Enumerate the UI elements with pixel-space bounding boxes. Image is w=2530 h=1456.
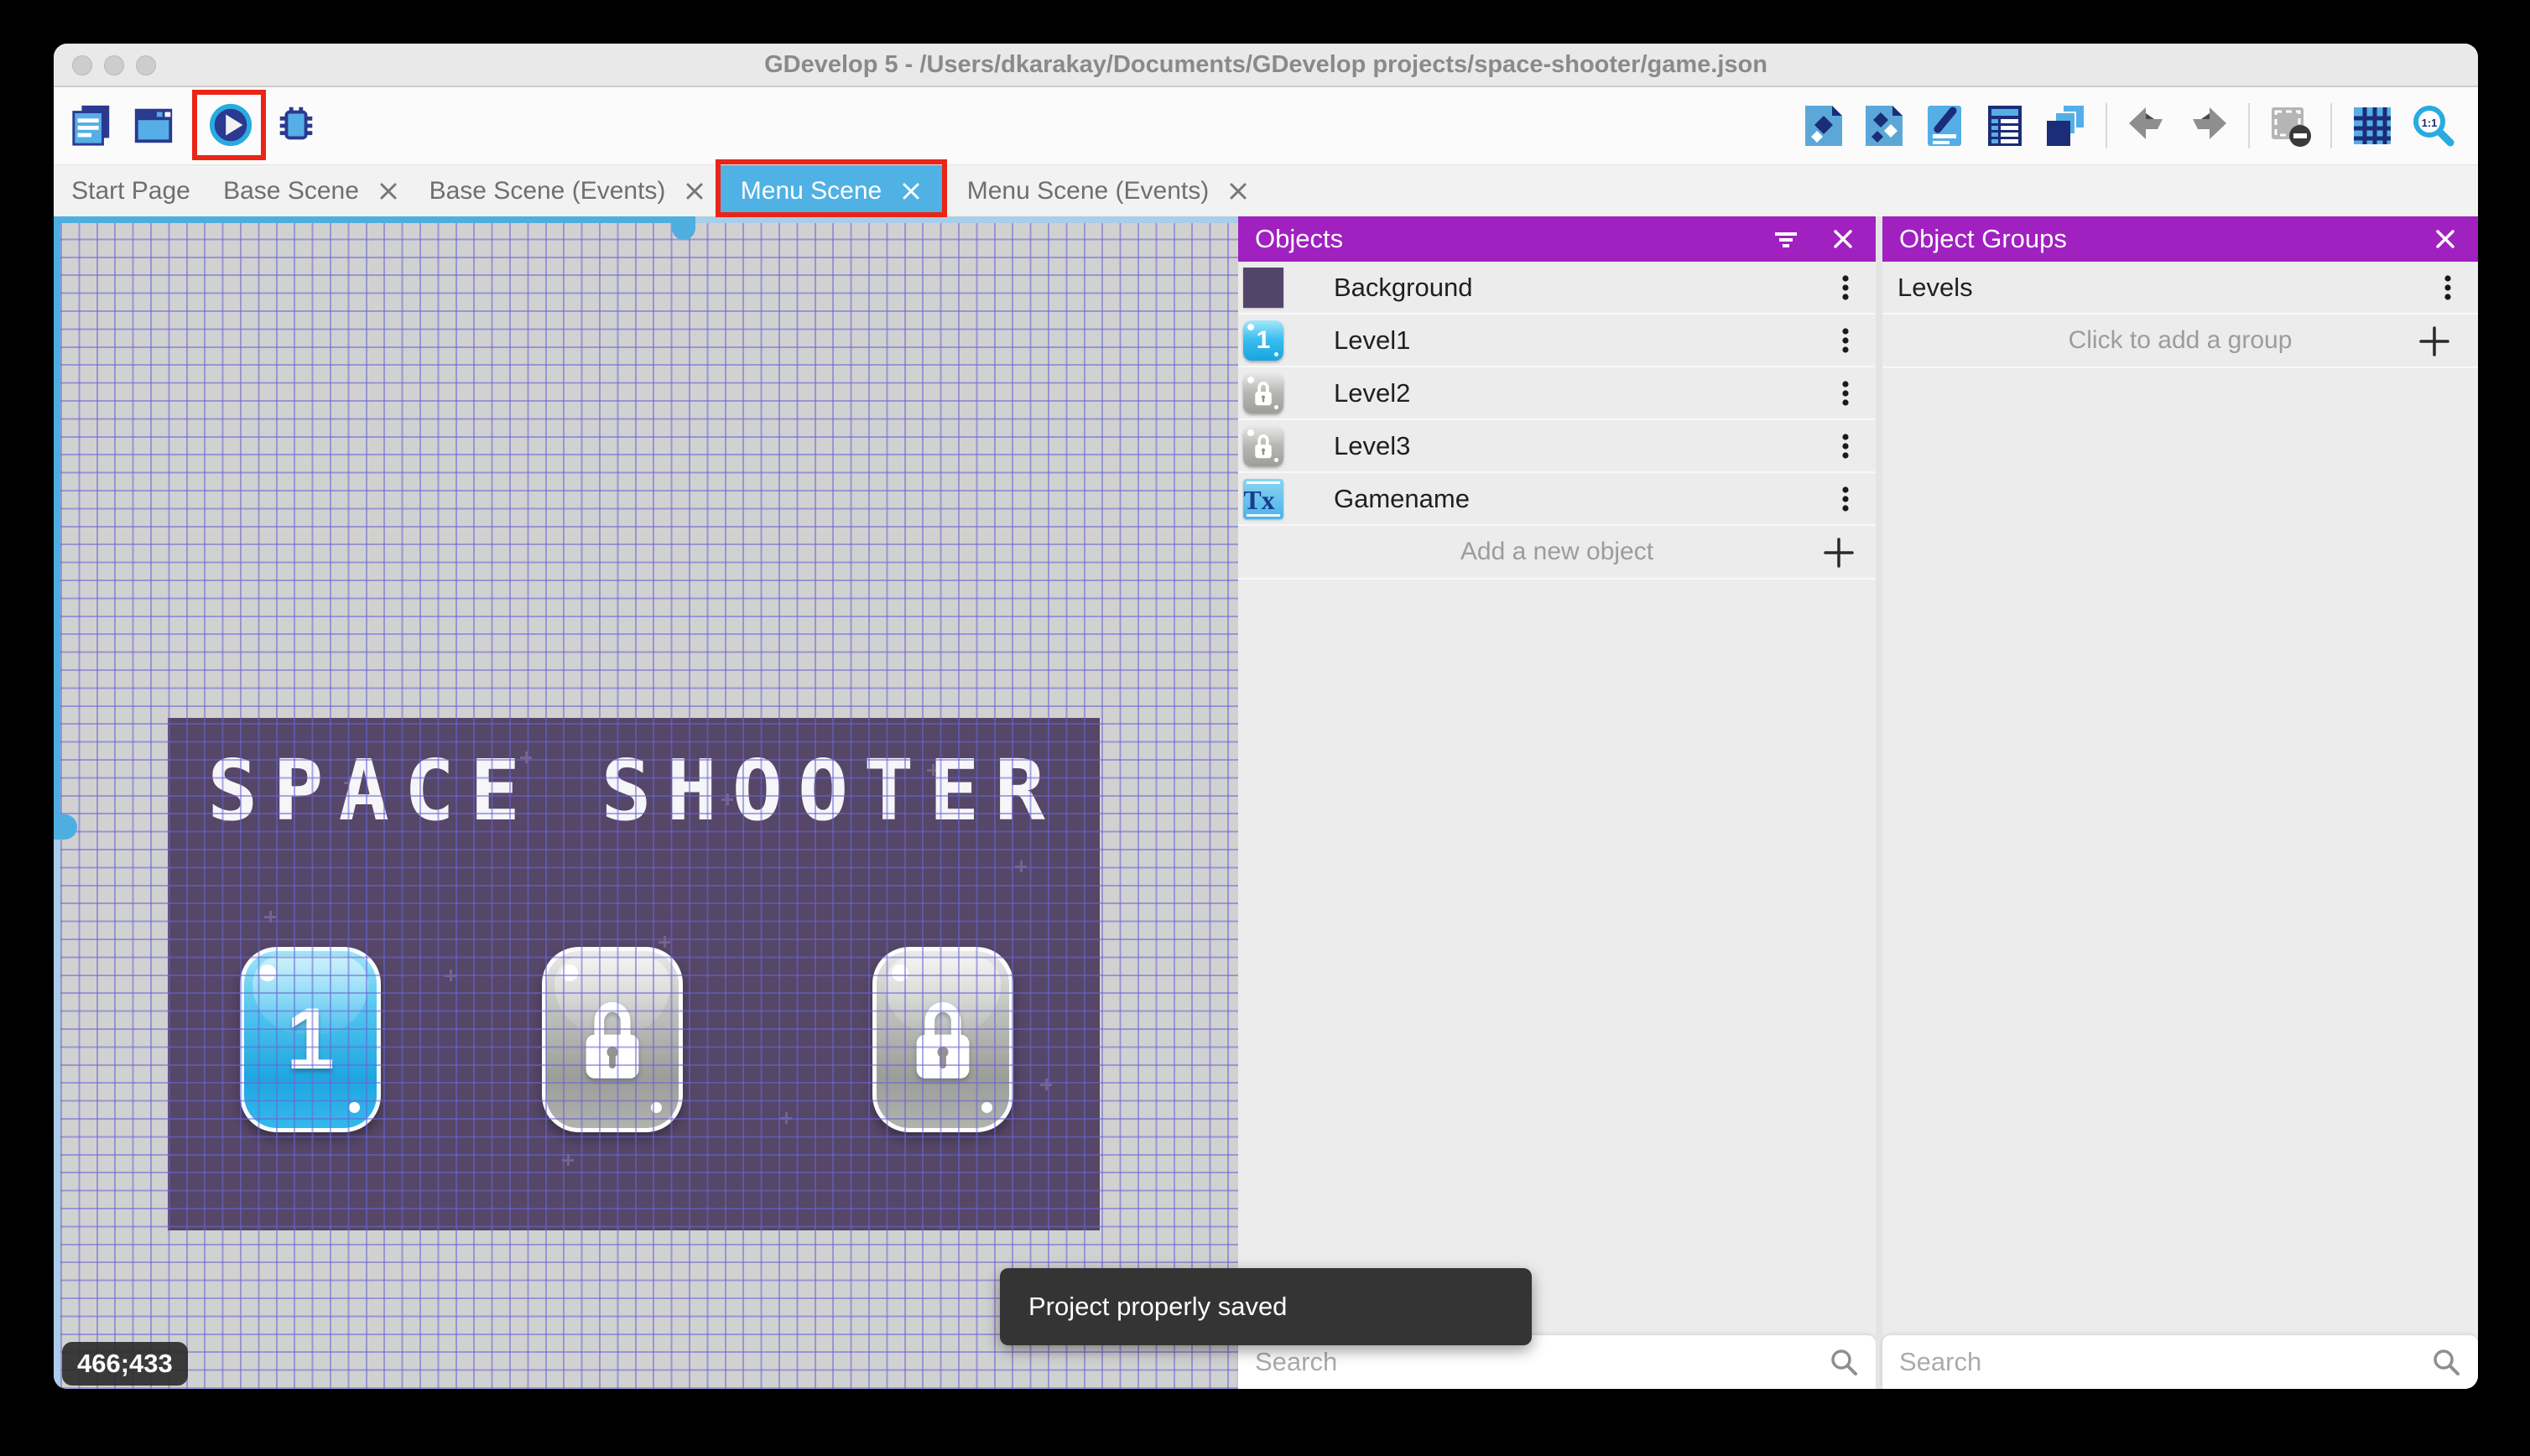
search-icon[interactable] bbox=[1829, 1347, 1859, 1377]
tab-base-scene-events[interactable]: Base Scene (Events) bbox=[414, 165, 721, 217]
groups-search-bar bbox=[1882, 1335, 2478, 1389]
grid-icon[interactable] bbox=[2349, 102, 2396, 149]
add-object-label: Add a new object bbox=[1460, 538, 1653, 566]
annotation-box-menu-scene-tab bbox=[716, 159, 947, 217]
object-name: Gamename bbox=[1334, 484, 1470, 514]
horizontal-scrollbar-marker[interactable] bbox=[672, 216, 695, 240]
tab-label: Base Scene (Events) bbox=[429, 177, 666, 205]
content: SPACE SHOOTER 1 bbox=[54, 216, 2478, 1389]
groups-panel-title: Object Groups bbox=[1899, 224, 2402, 254]
objects-editor-icon[interactable] bbox=[1800, 102, 1847, 149]
kebab-menu-icon[interactable] bbox=[1830, 429, 1861, 463]
window-title: GDevelop 5 - /Users/dkarakay/Documents/G… bbox=[54, 44, 2478, 86]
close-tab-icon[interactable] bbox=[377, 180, 399, 202]
object-name: Level3 bbox=[1334, 431, 1410, 461]
object-name: Background bbox=[1334, 273, 1472, 303]
toolbar-right-group: 1:1 bbox=[1800, 102, 2456, 149]
panel-divider[interactable] bbox=[1876, 216, 1882, 1389]
cursor-coordinates-badge: 466;433 bbox=[62, 1342, 188, 1386]
tab-base-scene[interactable]: Base Scene bbox=[208, 165, 414, 217]
plus-icon[interactable] bbox=[1820, 534, 1857, 571]
minimize-window-button[interactable] bbox=[104, 55, 124, 75]
toolbar-separator bbox=[2330, 103, 2332, 148]
kebab-menu-icon[interactable] bbox=[1830, 324, 1861, 357]
kebab-menu-icon[interactable] bbox=[1830, 271, 1861, 304]
search-icon[interactable] bbox=[2431, 1347, 2461, 1377]
tab-label: Base Scene bbox=[223, 177, 359, 205]
undo-icon[interactable] bbox=[2124, 102, 2171, 149]
object-row-level1[interactable]: 1 Level1 bbox=[1238, 315, 1876, 367]
close-tab-icon[interactable] bbox=[684, 180, 705, 202]
window-mask-icon[interactable] bbox=[2267, 102, 2314, 149]
tab-menu-scene-events[interactable]: Menu Scene (Events) bbox=[942, 165, 1274, 217]
add-object-row[interactable]: Add a new object bbox=[1238, 526, 1876, 580]
instances-editor-icon[interactable] bbox=[1861, 102, 1908, 149]
scene-canvas[interactable]: SPACE SHOOTER 1 bbox=[54, 216, 1238, 1389]
vertical-scrollbar[interactable] bbox=[54, 216, 60, 1389]
object-row-gamename[interactable]: Tx Gamename bbox=[1238, 473, 1876, 526]
object-row-background[interactable]: Background bbox=[1238, 262, 1876, 315]
layers-icon[interactable] bbox=[2042, 102, 2089, 149]
object-row-level3[interactable]: Level3 bbox=[1238, 420, 1876, 473]
vertical-scrollbar-thumb[interactable] bbox=[54, 216, 60, 826]
filter-icon[interactable] bbox=[1772, 225, 1800, 253]
object-name: Level1 bbox=[1334, 325, 1410, 356]
properties-icon[interactable] bbox=[1921, 102, 1968, 149]
groups-search-input[interactable] bbox=[1899, 1347, 2431, 1377]
close-window-button[interactable] bbox=[72, 55, 92, 75]
annotation-box-play bbox=[192, 90, 266, 160]
tab-label: Start Page bbox=[71, 177, 190, 205]
groups-panel-header: Object Groups bbox=[1882, 216, 2478, 262]
object-name: Level2 bbox=[1334, 378, 1410, 408]
project-manager-icon[interactable] bbox=[69, 102, 114, 148]
level1-button-icon: 1 bbox=[1243, 320, 1283, 361]
toolbar-separator bbox=[2248, 103, 2250, 148]
kebab-menu-icon[interactable] bbox=[2433, 271, 2463, 304]
locked-button-icon bbox=[1243, 373, 1283, 413]
zoom-1-1-icon[interactable]: 1:1 bbox=[2409, 102, 2456, 149]
plus-icon[interactable] bbox=[2416, 323, 2453, 360]
toolbar-separator bbox=[2106, 103, 2107, 148]
objects-search-input[interactable] bbox=[1255, 1347, 1829, 1377]
zoom-window-button[interactable] bbox=[136, 55, 156, 75]
objects-panel: Objects Background bbox=[1238, 216, 1876, 1389]
grid-overlay bbox=[60, 223, 1238, 1389]
object-row-level2[interactable]: Level2 bbox=[1238, 367, 1876, 420]
tab-start-page[interactable]: Start Page bbox=[54, 165, 208, 217]
horizontal-scrollbar[interactable] bbox=[54, 216, 1238, 223]
toast-notification: Project properly saved bbox=[1000, 1268, 1532, 1345]
kebab-menu-icon[interactable] bbox=[1830, 482, 1861, 516]
text-object-icon: Tx bbox=[1243, 479, 1283, 519]
traffic-lights bbox=[72, 55, 156, 75]
add-group-label: Click to add a group bbox=[2069, 326, 2293, 355]
close-tab-icon[interactable] bbox=[1227, 180, 1249, 202]
scene-properties-icon[interactable] bbox=[131, 102, 176, 148]
svg-text:Tx: Tx bbox=[1243, 485, 1274, 515]
toast-message: Project properly saved bbox=[1028, 1292, 1287, 1322]
object-groups-panel: Object Groups Levels Click to add a grou… bbox=[1882, 216, 2478, 1389]
add-group-row[interactable]: Click to add a group bbox=[1882, 315, 2478, 368]
group-name: Levels bbox=[1898, 273, 1973, 303]
toolbar: 1:1 bbox=[54, 87, 2478, 164]
kebab-menu-icon[interactable] bbox=[1830, 377, 1861, 410]
instances-list-icon[interactable] bbox=[1981, 102, 2028, 149]
svg-text:1:1: 1:1 bbox=[2422, 117, 2438, 129]
close-icon[interactable] bbox=[2431, 225, 2460, 253]
tab-label: Menu Scene (Events) bbox=[967, 177, 1209, 205]
group-row-levels[interactable]: Levels bbox=[1882, 262, 2478, 315]
background-thumbnail-icon bbox=[1243, 268, 1283, 308]
objects-panel-title: Objects bbox=[1255, 224, 1743, 254]
locked-button-icon bbox=[1243, 426, 1283, 466]
debug-icon[interactable] bbox=[273, 102, 319, 148]
close-icon[interactable] bbox=[1829, 225, 1857, 253]
tab-bar: Start Page Base Scene Base Scene (Events… bbox=[54, 164, 2478, 216]
objects-panel-header: Objects bbox=[1238, 216, 1876, 262]
app-window: GDevelop 5 - /Users/dkarakay/Documents/G… bbox=[54, 44, 2478, 1389]
titlebar: GDevelop 5 - /Users/dkarakay/Documents/G… bbox=[54, 44, 2478, 87]
screen: GDevelop 5 - /Users/dkarakay/Documents/G… bbox=[0, 0, 2530, 1456]
redo-icon[interactable] bbox=[2184, 102, 2231, 149]
horizontal-scrollbar-thumb[interactable] bbox=[54, 216, 684, 223]
